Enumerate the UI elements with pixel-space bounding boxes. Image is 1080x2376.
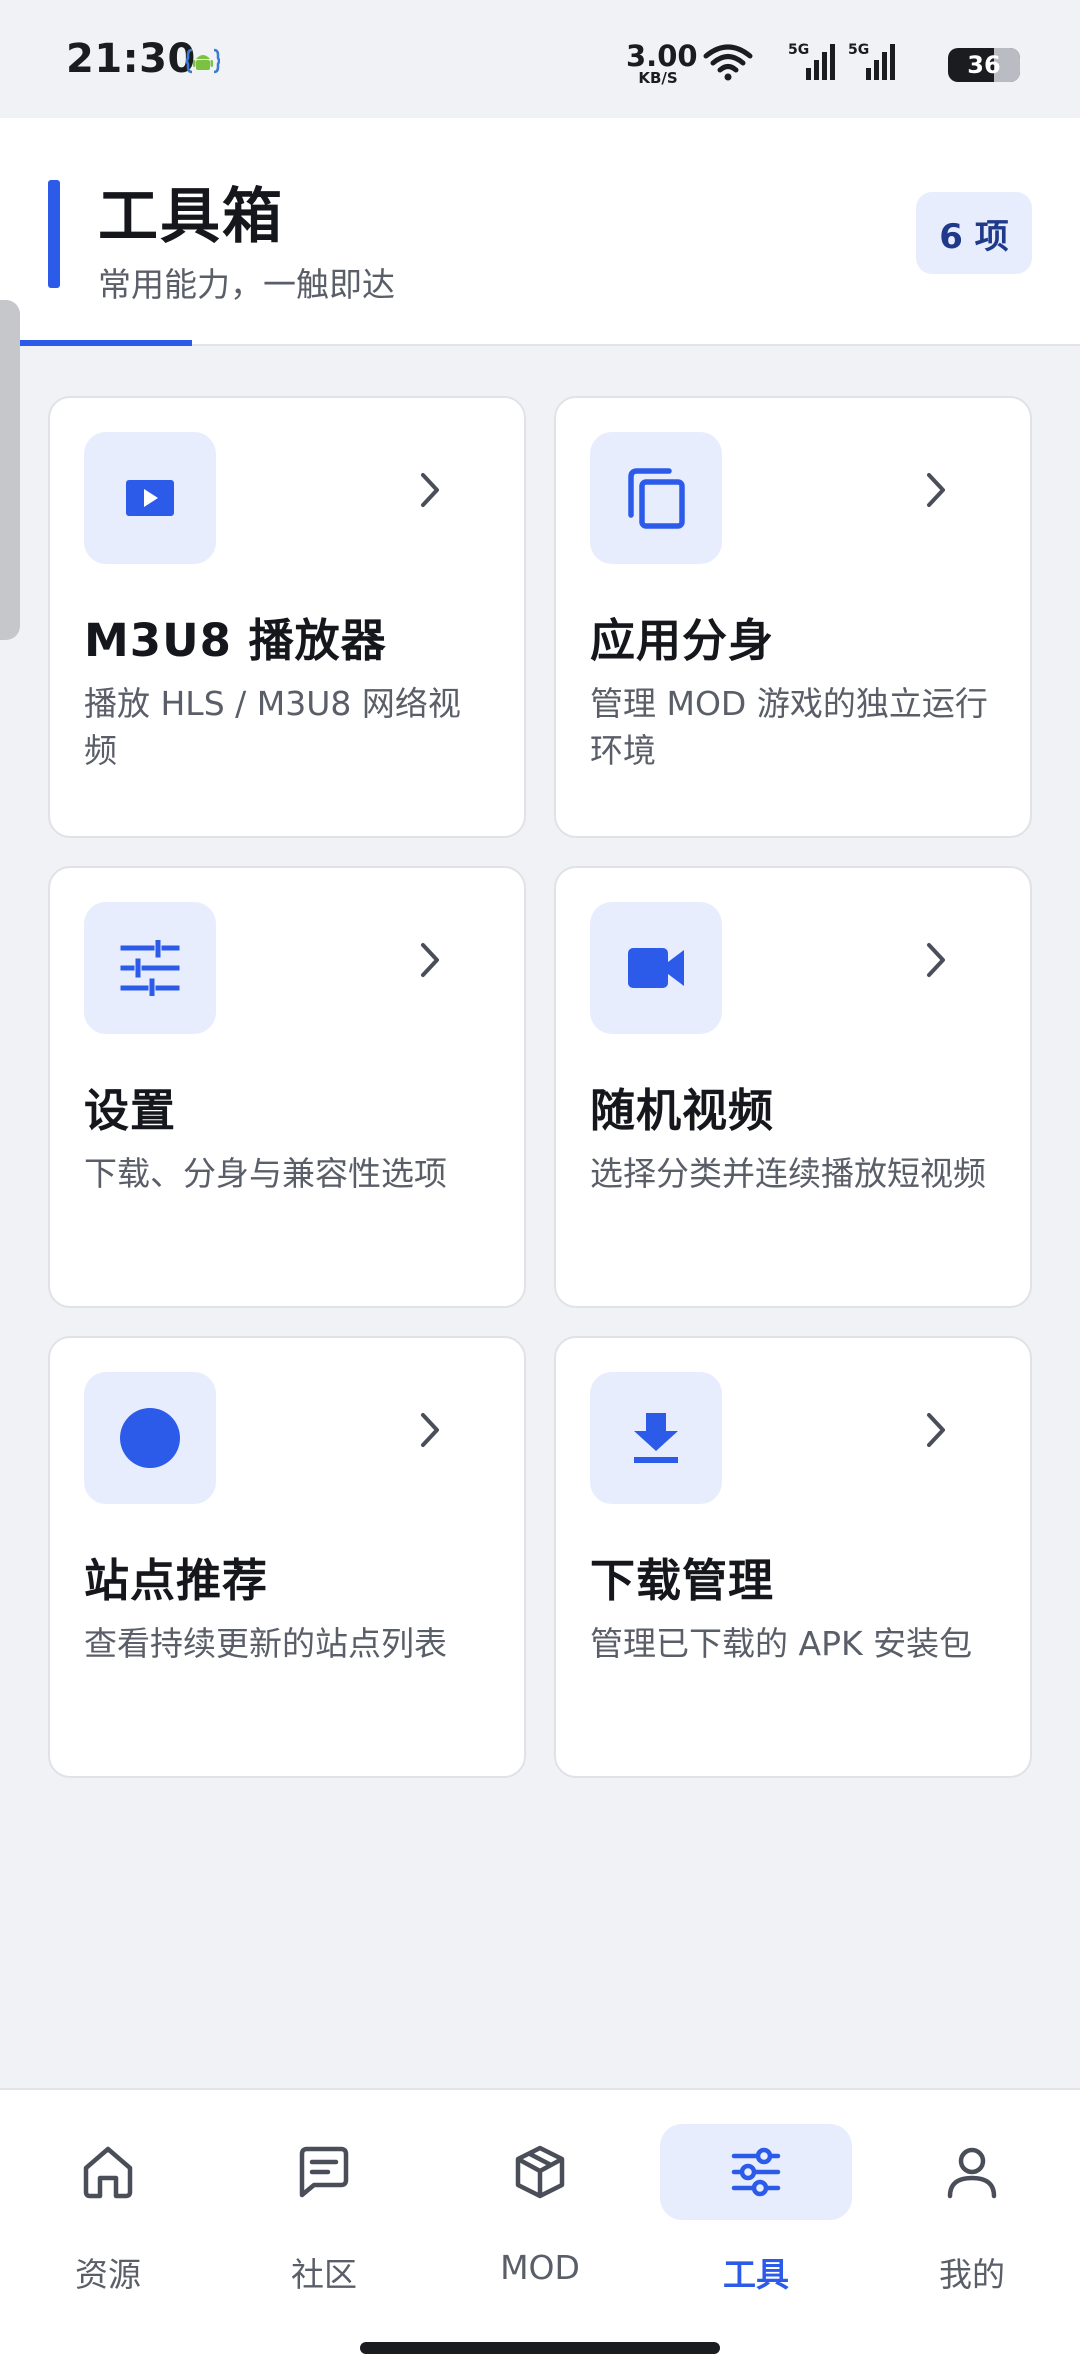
battery-icon: 36 xyxy=(948,48,1020,82)
tool-card-site-recommend[interactable]: 站点推荐 查看持续更新的站点列表 xyxy=(48,1336,526,1778)
tool-description: 管理已下载的 APK 安装包 xyxy=(590,1624,973,1663)
network-speed-unit: KB/S xyxy=(638,69,678,87)
tool-description: 查看持续更新的站点列表 xyxy=(84,1624,447,1663)
tool-card-app-clone[interactable]: 应用分身 管理 MOD 游戏的独立运行环境 xyxy=(554,396,1032,838)
nav-item-community[interactable]: 社区 xyxy=(216,2090,432,2320)
video-camera-icon xyxy=(590,902,722,1034)
nav-label: 我的 xyxy=(939,2255,1005,2294)
chevron-right-icon xyxy=(418,1410,442,1454)
copy-icon xyxy=(590,432,722,564)
circle-icon xyxy=(84,1372,216,1504)
bottom-navigation: 资源 社区 MOD 工具 我的 xyxy=(0,2088,1080,2376)
nav-label: MOD xyxy=(500,2248,580,2287)
page-title: 工具箱 xyxy=(98,182,284,252)
status-bar: 21:30 3.00 KB/S 5G 5G 36 xyxy=(0,0,1080,118)
nav-label: 社区 xyxy=(291,2255,357,2294)
package-icon xyxy=(444,2124,636,2220)
header-underline xyxy=(0,340,192,346)
chevron-right-icon xyxy=(924,940,948,984)
battery-percent: 36 xyxy=(967,51,1001,79)
status-time: 21:30 xyxy=(66,36,196,82)
page-header: 工具箱 常用能力，一触即达 6 项 xyxy=(0,118,1080,346)
download-icon xyxy=(590,1372,722,1504)
user-icon xyxy=(876,2124,1068,2220)
android-dev-icon xyxy=(185,44,221,82)
home-icon xyxy=(12,2124,204,2220)
chevron-right-icon xyxy=(924,1410,948,1454)
tool-description: 管理 MOD 游戏的独立运行环境 xyxy=(590,684,988,770)
tool-description: 播放 HLS / M3U8 网络视频 xyxy=(84,684,461,770)
nav-label: 资源 xyxy=(75,2255,141,2294)
home-indicator[interactable] xyxy=(360,2342,720,2354)
tools-screen: 21:30 3.00 KB/S 5G 5G 36 工具箱 常用能力，一触即达 6… xyxy=(0,0,1080,2376)
tool-title: 站点推荐 xyxy=(84,1554,269,1607)
chevron-right-icon xyxy=(418,470,442,514)
tool-title: 设置 xyxy=(84,1084,177,1137)
tool-title: 下载管理 xyxy=(590,1554,775,1607)
page-subtitle: 常用能力，一触即达 xyxy=(98,265,395,304)
tool-description: 下载、分身与兼容性选项 xyxy=(84,1154,447,1193)
chevron-right-icon xyxy=(418,940,442,984)
status-indicators: 3.00 KB/S 5G 5G 36 xyxy=(600,34,1020,90)
nav-label: 工具 xyxy=(723,2255,789,2294)
nav-item-mod[interactable]: MOD xyxy=(432,2090,648,2320)
tool-count-badge: 6 项 xyxy=(916,192,1032,274)
play-video-icon xyxy=(84,432,216,564)
tool-card-m3u8-player[interactable]: M3U8 播放器 播放 HLS / M3U8 网络视频 xyxy=(48,396,526,838)
tool-title: 应用分身 xyxy=(590,614,775,667)
tool-card-download-manager[interactable]: 下载管理 管理已下载的 APK 安装包 xyxy=(554,1336,1032,1778)
message-icon xyxy=(228,2124,420,2220)
signal-2-label: 5G xyxy=(848,42,869,58)
wifi-icon xyxy=(702,42,754,86)
tool-card-settings[interactable]: 设置 下载、分身与兼容性选项 xyxy=(48,866,526,1308)
cellular-signal-icon: 5G xyxy=(788,40,838,88)
nav-item-resources[interactable]: 资源 xyxy=(0,2090,216,2320)
tool-description: 选择分类并连续播放短视频 xyxy=(590,1154,986,1193)
sliders-icon xyxy=(660,2124,852,2220)
signal-1-label: 5G xyxy=(788,42,809,58)
network-speed-value: 3.00 xyxy=(626,39,698,73)
chevron-right-icon xyxy=(924,470,948,514)
tools-grid: M3U8 播放器 播放 HLS / M3U8 网络视频 应用分身 管理 MOD … xyxy=(48,396,1032,1778)
sliders-icon xyxy=(84,902,216,1034)
title-accent-bar xyxy=(48,180,60,288)
nav-item-me[interactable]: 我的 xyxy=(864,2090,1080,2320)
tool-title: M3U8 播放器 xyxy=(84,614,387,667)
tool-card-random-video[interactable]: 随机视频 选择分类并连续播放短视频 xyxy=(554,866,1032,1308)
cellular-signal-icon: 5G xyxy=(848,40,898,88)
network-speed: 3.00 KB/S xyxy=(626,39,698,87)
nav-item-tools[interactable]: 工具 xyxy=(648,2090,864,2320)
edge-drawer-handle[interactable] xyxy=(0,300,20,640)
tool-title: 随机视频 xyxy=(590,1084,775,1137)
